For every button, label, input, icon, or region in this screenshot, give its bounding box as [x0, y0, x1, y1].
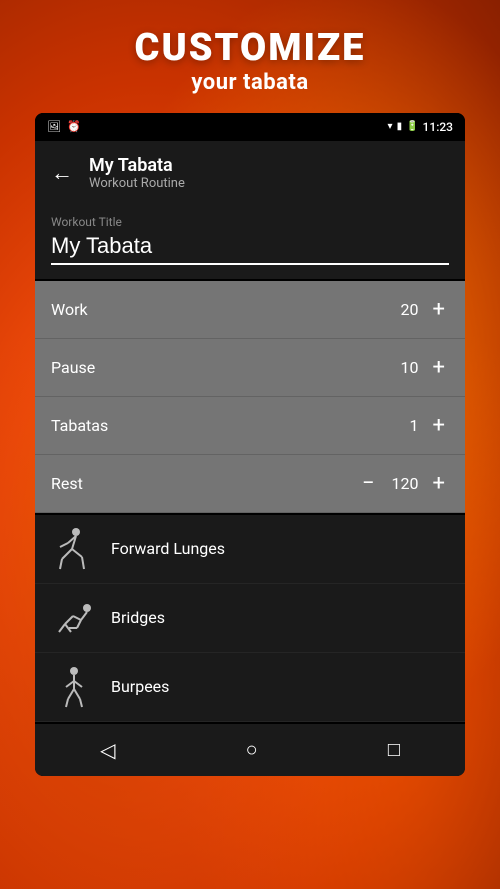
workout-title-label: Workout Title — [51, 215, 449, 229]
setting-controls-work: 20 + — [389, 297, 449, 322]
setting-controls-rest: − 120 + — [358, 471, 449, 496]
signal-icon: ▮ — [397, 121, 403, 132]
setting-plus-work[interactable]: + — [429, 297, 449, 322]
bottom-nav: ◁ ○ □ — [35, 724, 465, 776]
exercise-name-burpees: Burpees — [111, 677, 169, 696]
setting-controls-tabatas: 1 + — [389, 413, 449, 438]
app-bar-titles: My Tabata Workout Routine — [89, 155, 185, 191]
setting-label-tabatas: Tabatas — [51, 416, 108, 435]
setting-controls-pause: 10 + — [389, 355, 449, 380]
back-button[interactable]: ← — [51, 160, 73, 186]
setting-label-pause: Pause — [51, 358, 95, 377]
setting-plus-pause[interactable]: + — [429, 355, 449, 380]
status-bar: 🖼 ⏰ ▾ ▮ 🔋 11:23 — [35, 113, 465, 141]
workout-title-input[interactable] — [51, 233, 449, 265]
alarm-icon: ⏰ — [67, 120, 81, 133]
lunges-icon — [51, 527, 95, 571]
setting-plus-rest[interactable]: + — [429, 471, 449, 496]
exercise-item-bridges[interactable]: Bridges — [35, 584, 465, 653]
exercise-name-lunges: Forward Lunges — [111, 539, 225, 558]
top-heading-section: CUSTOMIZE your tabata — [0, 0, 500, 113]
wifi-icon: ▾ — [388, 121, 393, 132]
setting-label-rest: Rest — [51, 474, 83, 493]
customize-title: CUSTOMIZE — [0, 28, 500, 70]
exercise-name-bridges: Bridges — [111, 608, 165, 627]
setting-row-rest: Rest − 120 + — [35, 455, 465, 513]
nav-home-button[interactable]: ○ — [226, 729, 278, 770]
setting-row-tabatas: Tabatas 1 + — [35, 397, 465, 455]
setting-label-work: Work — [51, 300, 88, 319]
app-bar-subtitle: Workout Routine — [89, 176, 185, 191]
your-tabata-subtitle: your tabata — [0, 70, 500, 95]
settings-section: Work 20 + Pause 10 + Tabatas 1 + — [35, 281, 465, 513]
setting-row-work: Work 20 + — [35, 281, 465, 339]
setting-value-work: 20 — [389, 300, 419, 319]
status-bar-right-icons: ▾ ▮ 🔋 11:23 — [388, 120, 453, 134]
burpees-icon — [51, 665, 95, 709]
nav-back-button[interactable]: ◁ — [80, 730, 135, 770]
image-icon: 🖼 — [47, 120, 61, 133]
setting-minus-rest[interactable]: − — [358, 471, 379, 496]
battery-icon: 🔋 — [406, 121, 418, 132]
workout-title-section: Workout Title — [35, 205, 465, 279]
setting-plus-tabatas[interactable]: + — [429, 413, 449, 438]
exercise-section: Forward Lunges Bridg — [35, 515, 465, 722]
setting-value-pause: 10 — [389, 358, 419, 377]
exercise-item-lunges[interactable]: Forward Lunges — [35, 515, 465, 584]
app-bar-title: My Tabata — [89, 155, 185, 176]
app-bar: ← My Tabata Workout Routine — [35, 141, 465, 205]
setting-value-rest: 120 — [389, 474, 419, 493]
nav-recent-button[interactable]: □ — [368, 729, 420, 770]
phone-frame: 🖼 ⏰ ▾ ▮ 🔋 11:23 ← My Tabata Workout Rout… — [35, 113, 465, 776]
setting-row-pause: Pause 10 + — [35, 339, 465, 397]
setting-value-tabatas: 1 — [389, 416, 419, 435]
exercise-item-burpees[interactable]: Burpees — [35, 653, 465, 722]
status-time: 11:23 — [423, 120, 453, 134]
content-area: Workout Title Work 20 + Pause 10 + Taba — [35, 205, 465, 722]
bridges-icon — [51, 596, 95, 640]
status-bar-left-icons: 🖼 ⏰ — [47, 120, 81, 133]
